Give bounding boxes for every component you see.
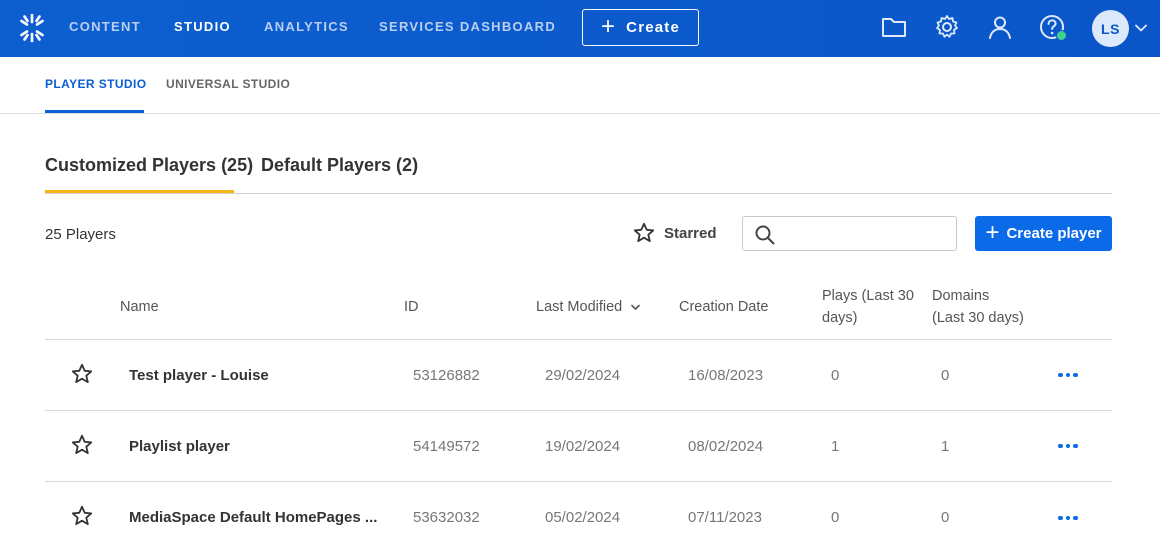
column-header-creation-date[interactable]: Creation Date <box>679 296 768 318</box>
starred-label: Starred <box>664 224 717 242</box>
row-divider <box>45 481 1112 482</box>
star-icon[interactable] <box>70 504 94 528</box>
nav-services-dashboard[interactable]: SERVICES DASHBOARD <box>379 19 556 34</box>
column-header-domains-line1: Domains <box>932 288 990 304</box>
tabs-divider <box>45 193 1112 194</box>
search-icon <box>755 225 775 245</box>
chevron-down-icon[interactable] <box>1134 21 1148 35</box>
column-header-domains[interactable]: Domains (Last 30 days) <box>932 285 1024 329</box>
more-actions-icon[interactable] <box>1056 368 1080 382</box>
last-modified: 29/02/2024 <box>545 367 621 384</box>
starred-filter-button[interactable]: Starred <box>632 221 717 245</box>
more-actions-icon[interactable] <box>1056 439 1080 453</box>
nav-analytics[interactable]: ANALYTICS <box>264 19 349 34</box>
create-player-button[interactable]: + Create player <box>975 216 1112 251</box>
active-tab-indicator <box>45 110 144 113</box>
search-input[interactable] <box>783 222 948 246</box>
star-icon[interactable] <box>70 362 94 386</box>
plus-icon: + <box>985 218 1000 246</box>
column-header-plays[interactable]: Plays (Last 30 days) <box>822 285 914 329</box>
column-header-name[interactable]: Name <box>120 296 159 318</box>
search-box <box>742 216 957 251</box>
sort-descending-icon <box>631 304 641 310</box>
last-modified: 05/02/2024 <box>545 509 621 526</box>
column-header-last-modified[interactable]: Last Modified <box>536 296 641 318</box>
tab-customized-players[interactable]: Customized Players (25) <box>45 155 253 176</box>
players-count: 25 Players <box>45 226 116 243</box>
column-header-last-modified-label: Last Modified <box>536 299 623 315</box>
plays-count: 0 <box>831 509 840 526</box>
column-header-domains-line2: (Last 30 days) <box>932 310 1024 326</box>
star-icon[interactable] <box>70 433 94 457</box>
creation-date: 08/02/2024 <box>688 438 764 455</box>
player-name[interactable]: Test player - Louise <box>129 367 269 384</box>
row-divider <box>45 339 1112 340</box>
plays-count: 0 <box>831 367 840 384</box>
top-nav-bar: CONTENT STUDIO ANALYTICS SERVICES DASHBO… <box>0 0 1160 57</box>
kaltura-logo-icon[interactable] <box>16 12 48 44</box>
avatar[interactable]: LS <box>1092 10 1129 47</box>
star-icon <box>633 222 655 242</box>
domains-count: 0 <box>941 367 950 384</box>
plays-count: 1 <box>831 438 840 455</box>
folder-icon[interactable] <box>880 13 908 41</box>
column-header-id[interactable]: ID <box>404 296 419 318</box>
domains-count: 0 <box>941 509 950 526</box>
column-header-plays-line2: days) <box>822 310 858 326</box>
more-actions-icon[interactable] <box>1056 511 1080 525</box>
creation-date: 07/11/2023 <box>688 509 762 526</box>
domains-count: 1 <box>941 438 950 455</box>
row-divider <box>45 410 1112 411</box>
user-icon[interactable] <box>986 13 1014 41</box>
player-name[interactable]: Playlist player <box>129 438 230 455</box>
player-id: 53126882 <box>413 367 480 384</box>
creation-date: 16/08/2023 <box>688 367 764 384</box>
tab-universal-studio[interactable]: UNIVERSAL STUDIO <box>166 77 290 91</box>
player-name[interactable]: MediaSpace Default HomePages ... <box>129 509 377 526</box>
plus-icon: + <box>600 12 617 40</box>
create-button-label: Create <box>626 19 681 36</box>
tab-player-studio[interactable]: PLAYER STUDIO <box>45 77 146 91</box>
studio-sub-nav: PLAYER STUDIO UNIVERSAL STUDIO <box>0 57 1160 114</box>
player-id: 54149572 <box>413 438 480 455</box>
nav-studio[interactable]: STUDIO <box>174 19 231 34</box>
nav-content[interactable]: CONTENT <box>69 19 141 34</box>
last-modified: 19/02/2024 <box>545 438 621 455</box>
tab-default-players[interactable]: Default Players (2) <box>261 155 418 176</box>
gear-icon[interactable] <box>933 13 961 41</box>
create-button[interactable]: + Create <box>582 9 699 46</box>
create-player-label: Create player <box>1006 225 1102 242</box>
online-status-dot <box>1056 30 1067 41</box>
column-header-plays-line1: Plays (Last 30 <box>822 288 914 304</box>
player-id: 53632032 <box>413 509 480 526</box>
